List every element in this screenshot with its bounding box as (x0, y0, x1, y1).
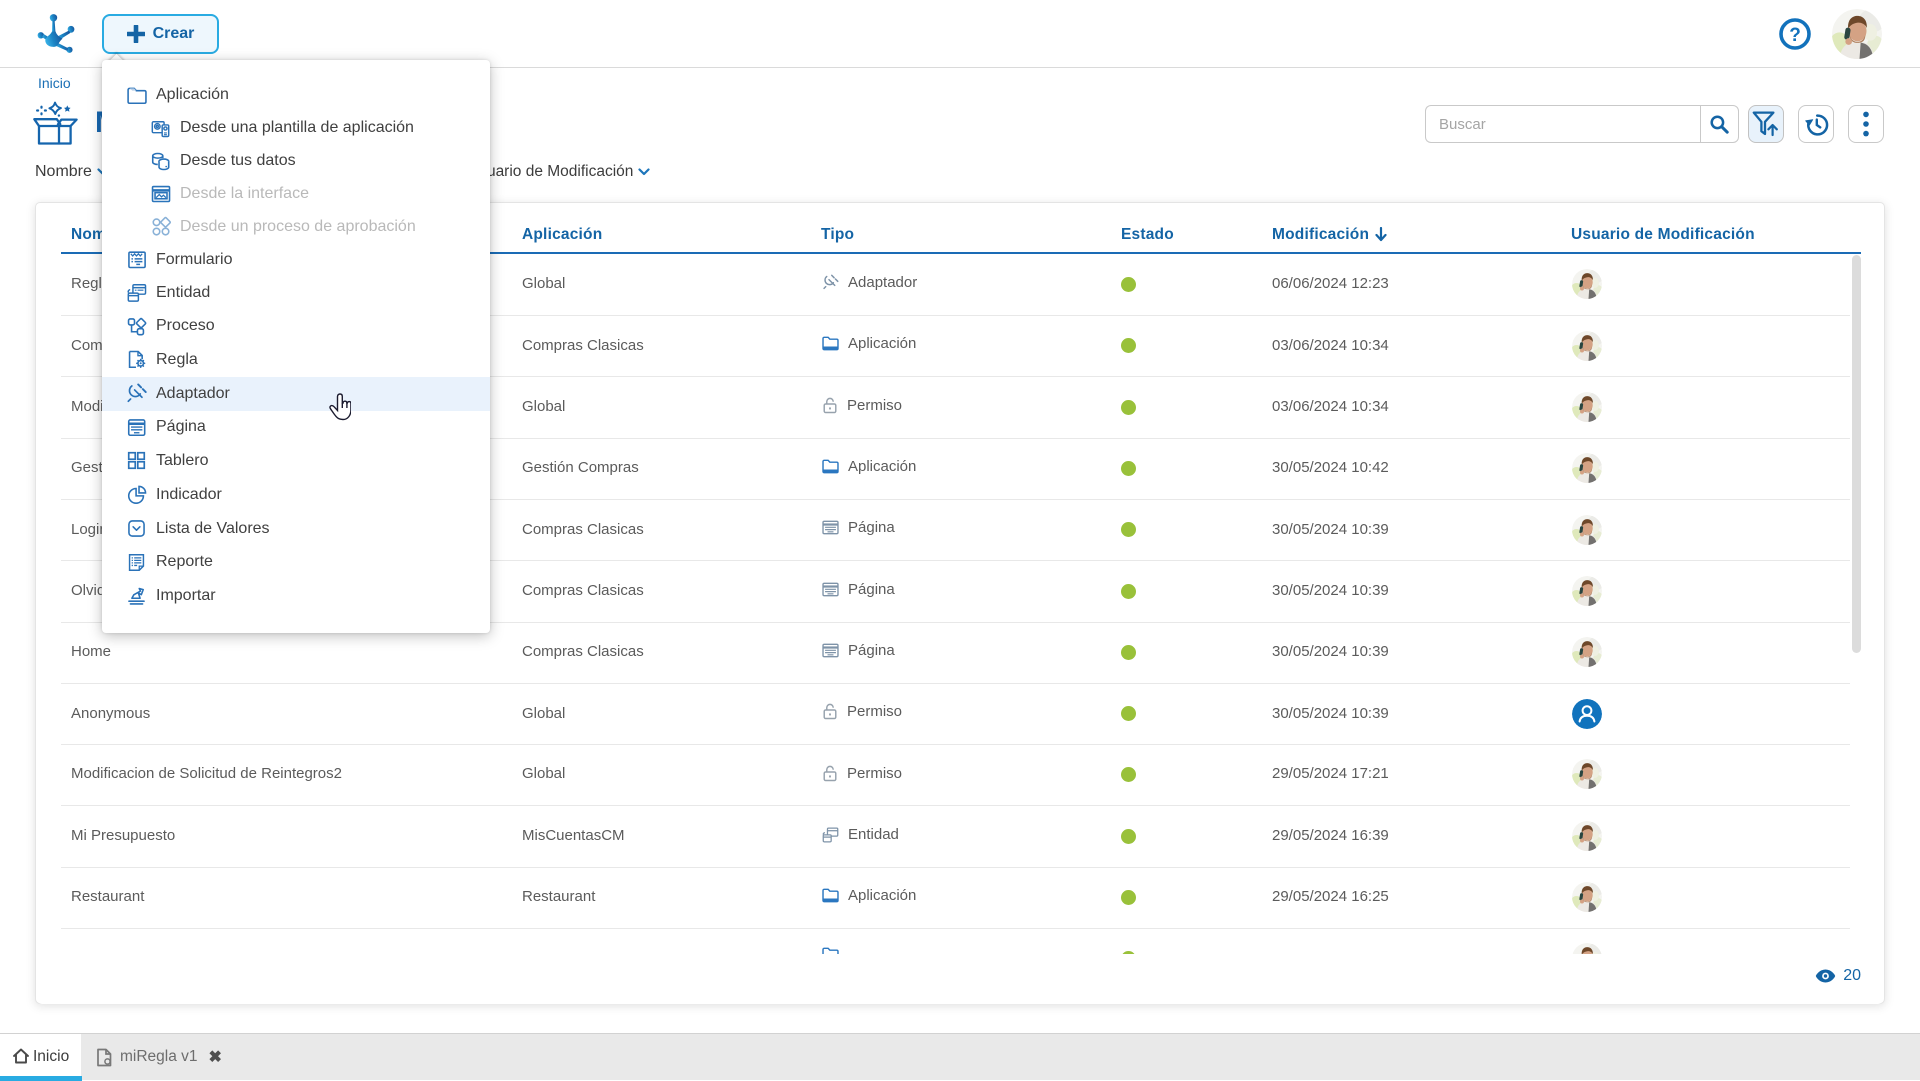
svg-text:?: ? (1789, 25, 1801, 46)
